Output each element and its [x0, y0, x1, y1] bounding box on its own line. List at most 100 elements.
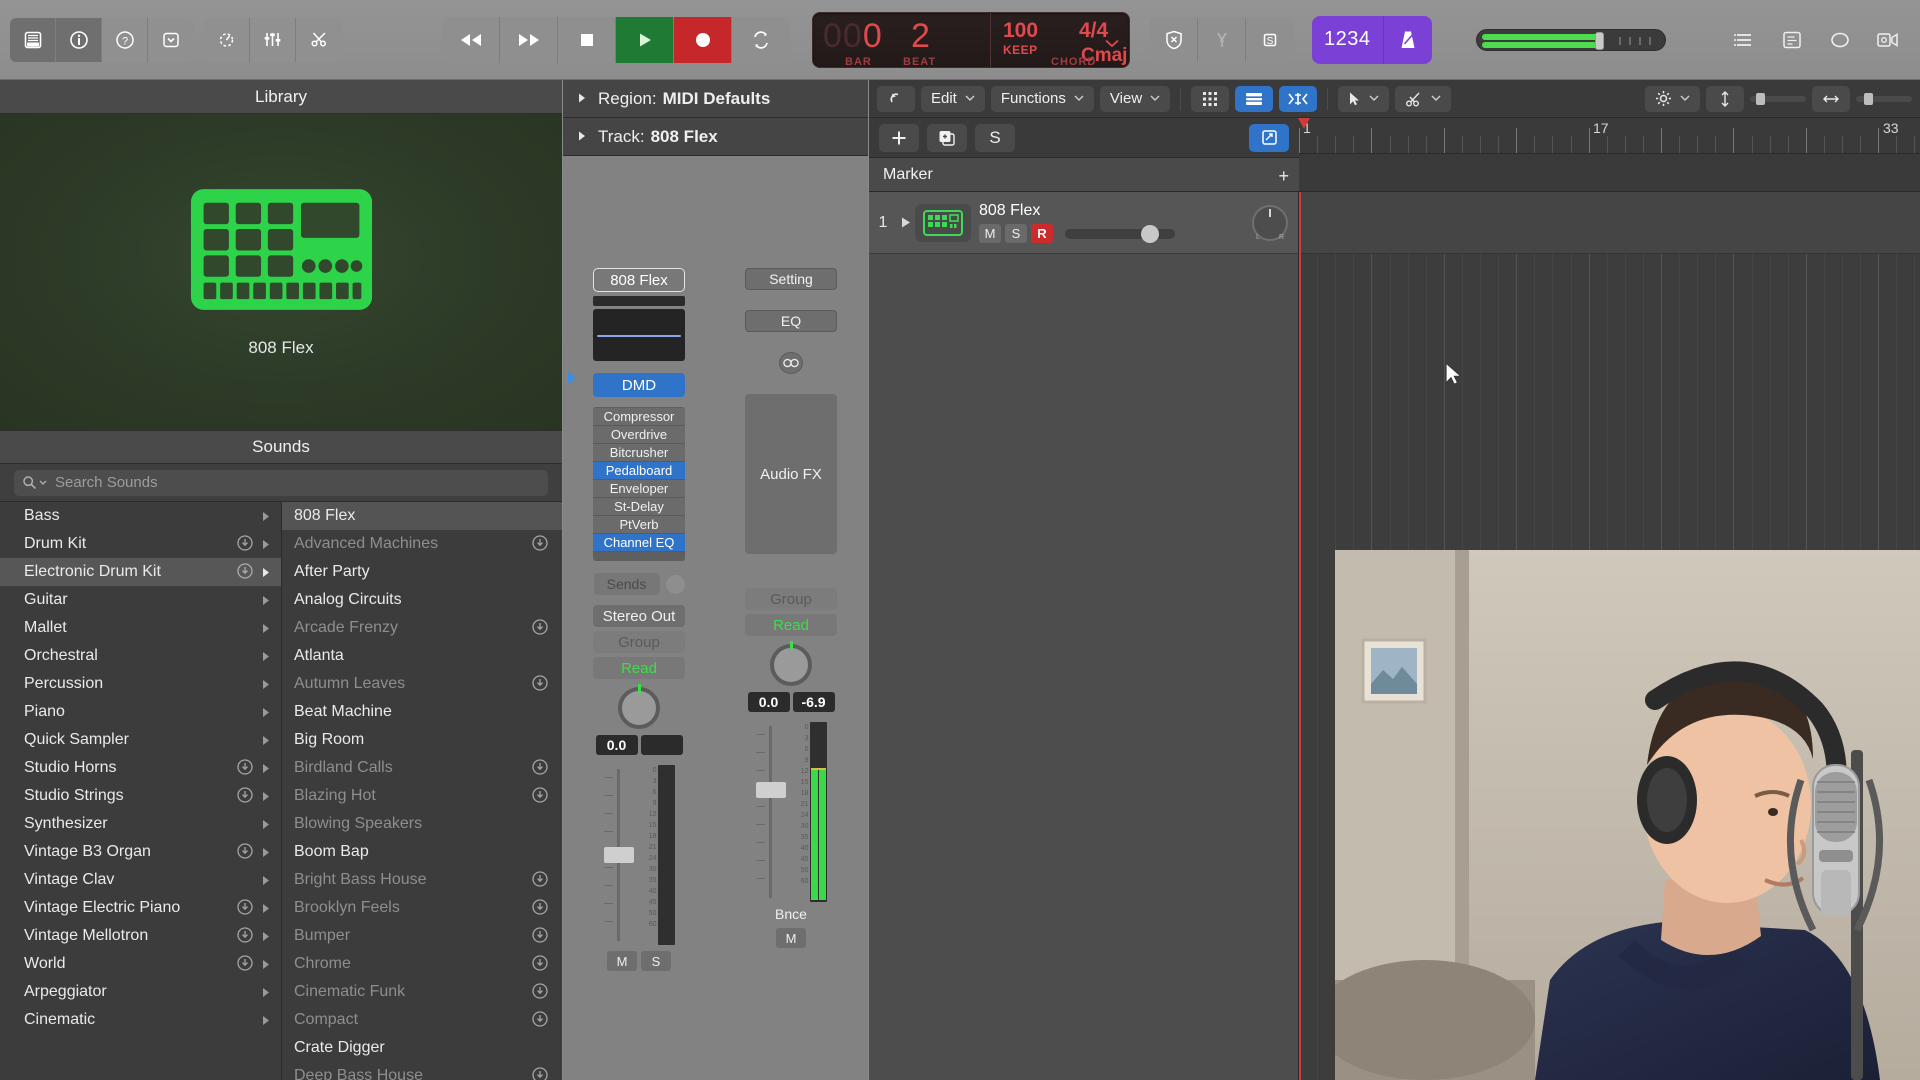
- metronome-icon[interactable]: [1383, 15, 1432, 64]
- chevron-right-icon[interactable]: [259, 791, 273, 802]
- download-icon[interactable]: [237, 843, 255, 861]
- help-icon[interactable]: ?: [102, 17, 148, 62]
- list-item[interactable]: Autumn Leaves: [282, 670, 562, 698]
- chevron-right-icon[interactable]: [259, 539, 273, 550]
- sidebar-item-vintage-mellotron[interactable]: Vintage Mellotron: [0, 922, 281, 950]
- download-icon[interactable]: [532, 535, 550, 553]
- smart-controls-icon[interactable]: [204, 17, 250, 62]
- download-icon[interactable]: [237, 787, 255, 805]
- download-icon[interactable]: [237, 759, 255, 777]
- sidebar-item-quick-sampler[interactable]: Quick Sampler: [0, 726, 281, 754]
- download-icon[interactable]: [532, 787, 550, 805]
- download-icon[interactable]: [532, 759, 550, 777]
- eq-slot[interactable]: EQ: [745, 310, 837, 332]
- play-icon[interactable]: [616, 16, 674, 63]
- sidebar-item-studio-strings[interactable]: Studio Strings: [0, 782, 281, 810]
- sidebar-item-guitar[interactable]: Guitar: [0, 586, 281, 614]
- channel-eq-display[interactable]: [593, 309, 685, 361]
- category-list[interactable]: Bass Drum Kit Electronic Drum Kit Guitar Mal…: [0, 502, 282, 1080]
- cycle-icon[interactable]: [732, 16, 790, 63]
- track-pan-knob[interactable]: LR: [1252, 204, 1288, 241]
- search-chevron-icon[interactable]: [39, 480, 47, 486]
- region-inspector-header[interactable]: Region: MIDI Defaults: [563, 80, 868, 118]
- flex-icon[interactable]: [1279, 85, 1318, 112]
- track-mute-button[interactable]: M: [979, 224, 1001, 243]
- chevron-right-icon[interactable]: [259, 623, 273, 634]
- list-editors-icon[interactable]: [1720, 18, 1768, 62]
- chevron-right-icon[interactable]: [259, 567, 273, 578]
- chevron-right-icon[interactable]: [259, 735, 273, 746]
- audio-fx-slot[interactable]: Audio FX: [745, 394, 837, 554]
- sidebar-item-mallet[interactable]: Mallet: [0, 614, 281, 642]
- download-icon[interactable]: [237, 563, 255, 581]
- download-icon[interactable]: [237, 955, 255, 973]
- sidebar-item-bass[interactable]: Bass: [0, 502, 281, 530]
- chevron-right-icon[interactable]: [259, 959, 273, 970]
- group-slot[interactable]: Group: [593, 631, 685, 653]
- chevron-right-icon[interactable]: [259, 595, 273, 606]
- rewind-icon[interactable]: [442, 16, 500, 63]
- audio-fx-slot[interactable]: Compressor: [593, 408, 685, 426]
- quick-help-icon[interactable]: [148, 17, 194, 62]
- horizontal-zoom-slider[interactable]: [1856, 92, 1912, 105]
- output-peak-value[interactable]: -6.9: [792, 692, 835, 712]
- audio-fx-slots[interactable]: Compressor Overdrive Bitcrusher Pedalboard E…: [593, 407, 685, 561]
- undo-icon[interactable]: [877, 85, 915, 112]
- drum-machine-icon[interactable]: [915, 203, 971, 242]
- download-icon[interactable]: [532, 675, 550, 693]
- list-item[interactable]: Advanced Machines: [282, 530, 562, 558]
- chevron-right-icon[interactable]: [259, 1015, 273, 1026]
- output-volume-fader[interactable]: [754, 722, 788, 902]
- list-item[interactable]: Blowing Speakers: [282, 810, 562, 838]
- duplicate-track-button[interactable]: [927, 123, 967, 152]
- volume-value[interactable]: 0.0: [595, 735, 638, 755]
- peak-value[interactable]: [640, 735, 683, 755]
- list-item[interactable]: Big Room: [282, 726, 562, 754]
- sidebar-item-piano[interactable]: Piano: [0, 698, 281, 726]
- volume-fader[interactable]: [602, 765, 636, 945]
- channel-name[interactable]: 808 Flex: [593, 268, 685, 292]
- lcd-display[interactable]: 000 2 BAR BEAT 100 KEEP 4/4 Cmaj CHORD: [812, 11, 1130, 68]
- download-icon[interactable]: [532, 899, 550, 917]
- sound-list[interactable]: 808 Flex Advanced Machines After Party Anal…: [282, 502, 562, 1080]
- chevron-right-icon[interactable]: [259, 651, 273, 662]
- track-lane[interactable]: [1299, 192, 1920, 254]
- sidebar-item-vintage-electric-piano[interactable]: Vintage Electric Piano: [0, 894, 281, 922]
- notes-icon[interactable]: [1768, 18, 1816, 62]
- audio-fx-slot[interactable]: Overdrive: [593, 426, 685, 444]
- low-latency-icon[interactable]: [1150, 17, 1198, 62]
- list-item[interactable]: Beat Machine: [282, 698, 562, 726]
- bounce-button[interactable]: Bnce: [715, 906, 867, 922]
- automation-button[interactable]: [1249, 123, 1289, 152]
- download-icon[interactable]: [532, 983, 550, 1001]
- playhead-marker[interactable]: [1298, 118, 1310, 129]
- grid-view-icon[interactable]: [1191, 85, 1230, 112]
- automation-mode[interactable]: Read: [593, 657, 685, 679]
- list-item[interactable]: Brooklyn Feels: [282, 894, 562, 922]
- gear-icon[interactable]: [1645, 85, 1700, 112]
- chevron-right-icon[interactable]: [259, 763, 273, 774]
- chevron-right-icon[interactable]: [259, 707, 273, 718]
- chevron-right-icon[interactable]: [259, 847, 273, 858]
- vertical-zoom-slider[interactable]: [1750, 92, 1806, 105]
- list-item[interactable]: Cinematic Funk: [282, 978, 562, 1006]
- sidebar-item-arpeggiator[interactable]: Arpeggiator: [0, 978, 281, 1006]
- library-icon[interactable]: [10, 17, 56, 62]
- forward-icon[interactable]: [500, 16, 558, 63]
- track-record-button[interactable]: R: [1031, 224, 1053, 243]
- menu-view[interactable]: View: [1099, 85, 1171, 112]
- sidebar-item-vintage-b3-organ[interactable]: Vintage B3 Organ: [0, 838, 281, 866]
- lcd-tempo-section[interactable]: 100 KEEP 4/4 Cmaj CHORD: [991, 13, 1129, 68]
- download-icon[interactable]: [532, 955, 550, 973]
- track-solo-toggle[interactable]: S: [1005, 224, 1027, 243]
- search-input[interactable]: Search Sounds: [14, 469, 548, 496]
- pan-knob[interactable]: [618, 684, 660, 729]
- list-item[interactable]: Crate Digger: [282, 1034, 562, 1062]
- output-volume-value[interactable]: 0.0: [747, 692, 790, 712]
- lcd-position[interactable]: 000 2 BAR BEAT: [813, 12, 991, 68]
- list-item[interactable]: Chrome: [282, 950, 562, 978]
- sends-slot[interactable]: Sends: [593, 573, 660, 595]
- timeline-ruler[interactable]: 1173349: [1298, 118, 1920, 154]
- channel-setting-bar[interactable]: [593, 296, 685, 306]
- sidebar-item-cinematic[interactable]: Cinematic: [0, 1006, 281, 1034]
